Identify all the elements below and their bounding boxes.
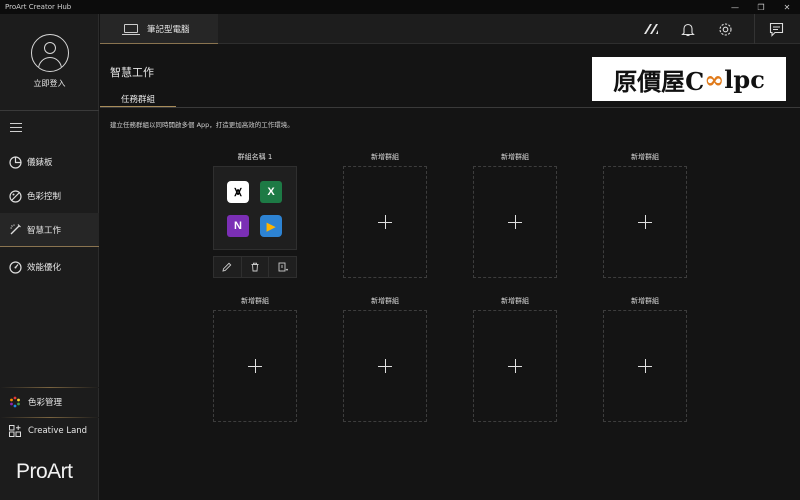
plus-icon — [378, 359, 392, 373]
plus-icon — [638, 215, 652, 229]
feedback-icon[interactable] — [767, 20, 785, 38]
task-group-new: 新增群組 — [343, 152, 427, 278]
title-bar: ProArt Creator Hub — ❐ ✕ — [0, 0, 800, 14]
group-title: 新增群組 — [631, 153, 659, 161]
sidebar-item-dashboard[interactable]: 儀錶板 — [0, 145, 99, 179]
trash-icon[interactable] — [242, 257, 270, 277]
sidebar-divider — [0, 110, 99, 111]
plus-icon — [378, 215, 392, 229]
page-description: 建立任務群組以同時開啟多個 App，打造更加高效的工作環境。 — [110, 121, 294, 129]
sidebar-item-label: 智慧工作 — [27, 225, 62, 236]
group-title: 新增群組 — [371, 297, 399, 305]
add-group-button[interactable] — [343, 310, 427, 422]
tab-task-groups[interactable]: 任務群組 — [100, 89, 176, 107]
tab-underline — [100, 107, 800, 108]
creative-land-icon — [9, 425, 21, 437]
task-group-new: 新增群組 — [603, 296, 687, 422]
add-group-button[interactable] — [343, 166, 427, 278]
group-title: 新增群組 — [501, 297, 529, 305]
group-title: 新增群組 — [371, 153, 399, 161]
onenote-app-icon[interactable]: N — [227, 215, 249, 237]
plus-icon — [508, 215, 522, 229]
color-management-icon — [9, 396, 21, 408]
group-title: 新增群組 — [241, 297, 269, 305]
sidebar: 立即登入 儀錶板 色彩控制 智慧工作 效能優化 色彩管理 Creative La… — [0, 14, 99, 500]
sidebar-item-performance[interactable]: 效能優化 — [0, 250, 99, 284]
page-title: 智慧工作 — [110, 66, 154, 79]
task-group-new: 新增群組 — [213, 296, 297, 422]
login-area[interactable]: 立即登入 — [0, 14, 99, 110]
add-group-button[interactable] — [213, 310, 297, 422]
group-app-grid[interactable]: ⩙ X N ▶ — [213, 166, 297, 250]
app-title: ProArt Creator Hub — [5, 3, 72, 11]
sidebar-item-creative-land[interactable]: Creative Land — [0, 418, 99, 444]
add-group-button[interactable] — [603, 166, 687, 278]
header-divider — [754, 14, 755, 44]
sidebar-item-color-management[interactable]: 色彩管理 — [0, 389, 99, 415]
task-group-new: 新增群組 — [603, 152, 687, 278]
header-bar: 筆記型電腦 — [100, 14, 800, 44]
sidebar-divider — [0, 387, 99, 388]
tab-laptop[interactable]: 筆記型電腦 — [100, 14, 218, 44]
add-group-button[interactable] — [473, 166, 557, 278]
plus-icon — [638, 359, 652, 373]
sidebar-item-smart-work[interactable]: 智慧工作 — [0, 213, 99, 247]
color-control-icon — [8, 189, 22, 203]
excel-app-icon[interactable]: X — [260, 181, 282, 203]
add-group-button[interactable] — [603, 310, 687, 422]
sidebar-item-label: 色彩管理 — [28, 398, 63, 408]
sidebar-item-label: Creative Land — [28, 426, 88, 436]
main-content: 智慧工作 原價屋C ∞ lpc 任務群組 建立任務群組以同時開啟多個 App，打造更… — [100, 45, 800, 500]
sidebar-item-color-control[interactable]: 色彩控制 — [0, 179, 99, 213]
performance-icon — [8, 260, 22, 274]
smart-work-icon — [8, 223, 22, 237]
dashboard-icon — [8, 155, 22, 169]
export-icon[interactable] — [269, 257, 296, 277]
plus-icon — [248, 359, 262, 373]
gear-icon[interactable] — [716, 20, 734, 38]
bell-icon[interactable] — [679, 20, 697, 38]
add-group-button[interactable] — [473, 310, 557, 422]
avatar-icon[interactable] — [30, 34, 69, 72]
edit-icon[interactable] — [214, 257, 242, 277]
hamburger-menu-icon[interactable] — [10, 123, 22, 132]
sidebar-item-label: 儀錶板 — [27, 158, 53, 168]
task-group-new: 新增群組 — [343, 296, 427, 422]
task-group-new: 新增群組 — [473, 152, 557, 278]
maximize-button[interactable]: ❐ — [748, 0, 774, 14]
laptop-icon — [122, 24, 140, 35]
proart-logo: ProArt — [16, 460, 73, 483]
minimize-button[interactable]: — — [722, 0, 748, 14]
group-title: 新增群組 — [501, 153, 529, 161]
group-title[interactable]: 群組名稱 1 — [213, 152, 297, 162]
sidebar-item-label: 色彩控制 — [27, 192, 62, 202]
tab-label: 筆記型電腦 — [147, 24, 190, 35]
plus-icon — [508, 359, 522, 373]
asus-logo-icon[interactable] — [643, 20, 661, 38]
media-player-app-icon[interactable]: ▶ — [260, 215, 282, 237]
coolpc-watermark-logo: 原價屋C ∞ lpc — [592, 57, 786, 101]
capcut-app-icon[interactable]: ⩙ — [227, 181, 249, 203]
task-group-1: 群組名稱 1 ⩙ X N ▶ — [213, 152, 297, 278]
close-button[interactable]: ✕ — [774, 0, 800, 14]
login-label[interactable]: 立即登入 — [34, 78, 66, 89]
group-title: 新增群組 — [631, 297, 659, 305]
group-toolbar — [213, 256, 297, 278]
sidebar-item-label: 效能優化 — [27, 263, 62, 273]
task-group-new: 新增群組 — [473, 296, 557, 422]
